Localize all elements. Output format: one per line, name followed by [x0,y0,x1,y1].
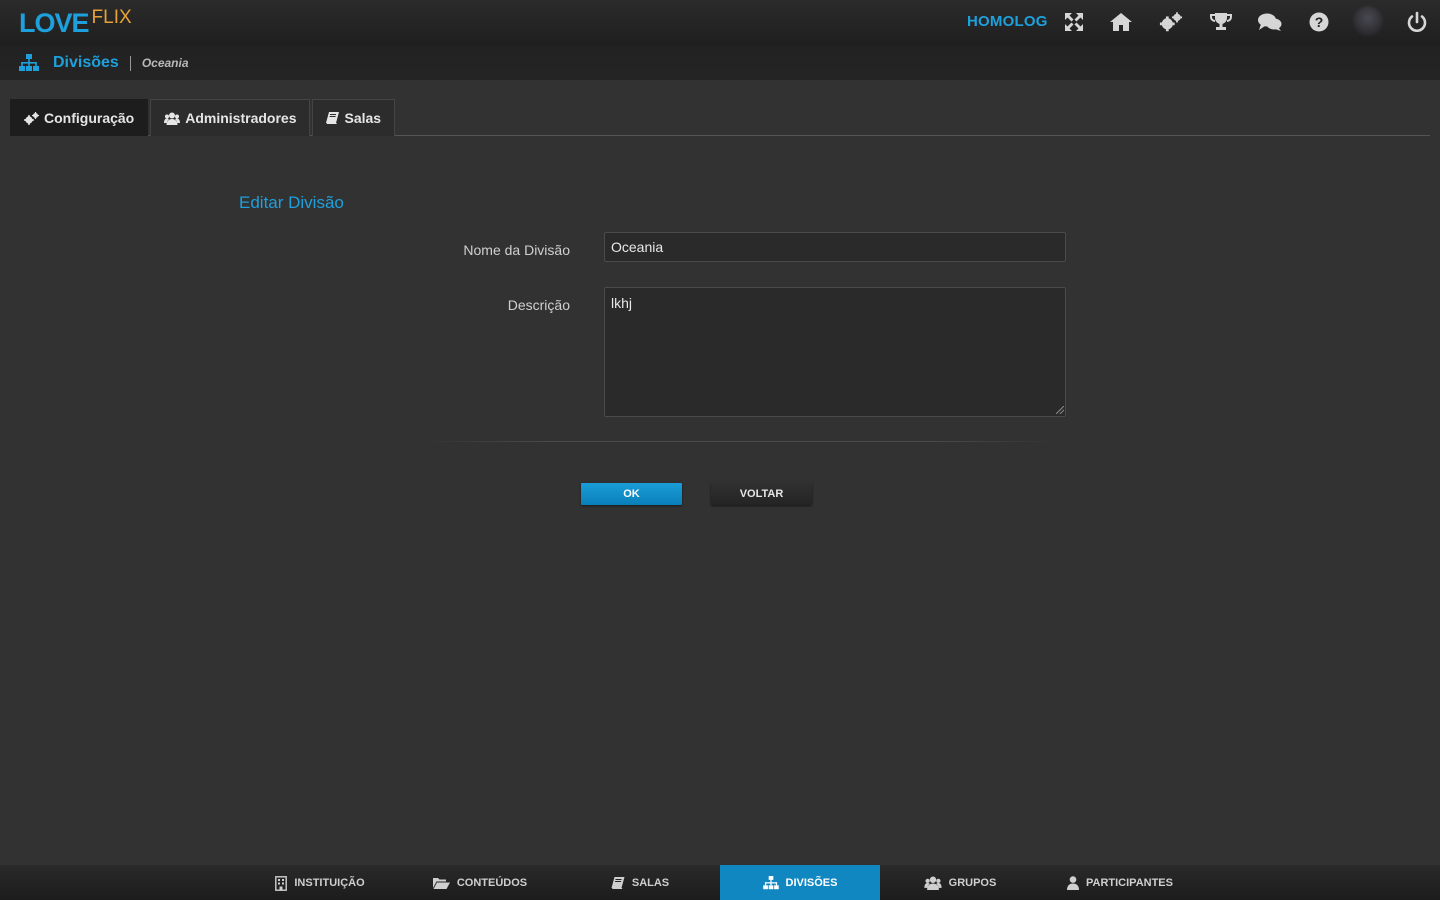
bottom-nav-label: PARTICIPANTES [1086,877,1173,889]
breadcrumb-current: Oceania [141,56,189,70]
environment-label: HOMOLOG [967,13,1048,30]
sitemap-icon [762,876,779,890]
book-icon [611,876,625,889]
tab-configuracao[interactable]: Configuração [10,99,149,136]
bottom-nav-participantes[interactable]: PARTICIPANTES [1040,865,1200,900]
tab-label: Configuração [44,110,135,126]
tab-administradores[interactable]: Administradores [150,99,311,136]
division-name-label: Nome da Divisão [463,242,570,258]
description-label: Descrição [507,297,570,313]
bottom-nav: INSTITUIÇÃO CONTEÚDOS SALAS DIVISÕES GRU… [0,865,1440,900]
trophy-icon[interactable] [1209,10,1233,34]
cogs-icon [24,111,39,125]
form-title: Editar Divisão [239,193,344,212]
form-divider [420,441,1060,442]
bottom-nav-salas[interactable]: SALAS [560,865,720,900]
tab-salas[interactable]: Salas [312,99,396,136]
user-icon [1067,876,1079,890]
chat-icon[interactable] [1258,10,1282,34]
folder-open-icon [432,877,450,889]
book-icon [326,111,340,124]
bottom-nav-label: CONTEÚDOS [456,877,528,889]
power-icon[interactable] [1405,10,1429,34]
tab-label: Salas [344,110,382,126]
bottom-nav-label: GRUPOS [948,877,997,889]
bottom-nav-label: INSTITUIÇÃO [294,877,365,889]
home-icon[interactable] [1109,10,1133,34]
bottom-nav-grupos[interactable]: GRUPOS [880,865,1040,900]
bottom-nav-label: SALAS [631,877,670,889]
breadcrumb: Divisões Oceania [19,52,189,74]
settings-icon[interactable] [1159,10,1183,34]
ok-button[interactable]: OK [581,483,682,505]
breadcrumb-section[interactable]: Divisões [53,54,119,72]
svg-text:?: ? [1315,14,1324,30]
fullscreen-icon[interactable] [1062,10,1086,34]
back-button[interactable]: VOLTAR [711,483,812,505]
logo-primary-text: LOVE [19,8,90,38]
app-logo[interactable]: LOVE FLIX [19,6,132,38]
sitemap-icon [19,54,39,71]
bottom-nav-conteudos[interactable]: CONTEÚDOS [400,865,560,900]
bottom-nav-instituicao[interactable]: INSTITUIÇÃO [240,865,400,900]
help-icon[interactable]: ? [1307,10,1331,34]
description-textarea[interactable]: lkhj [604,287,1066,417]
tab-label: Administradores [185,110,297,126]
top-bar: LOVE FLIX HOMOLOG ? Divisões Oceania [0,0,1440,80]
division-name-input[interactable] [604,232,1066,262]
tab-bar: Configuração Administradores Salas [10,99,1430,136]
breadcrumb-separator [129,55,131,71]
bottom-nav-label: DIVISÕES [785,877,838,889]
bottom-nav-divisoes[interactable]: DIVISÕES [720,865,880,900]
avatar[interactable] [1353,6,1383,36]
textarea-resize-handle[interactable] [1056,406,1064,414]
users-icon [164,112,181,125]
users-icon [924,876,942,890]
building-icon [275,875,288,891]
logo-secondary-text: FLIX [91,7,132,28]
